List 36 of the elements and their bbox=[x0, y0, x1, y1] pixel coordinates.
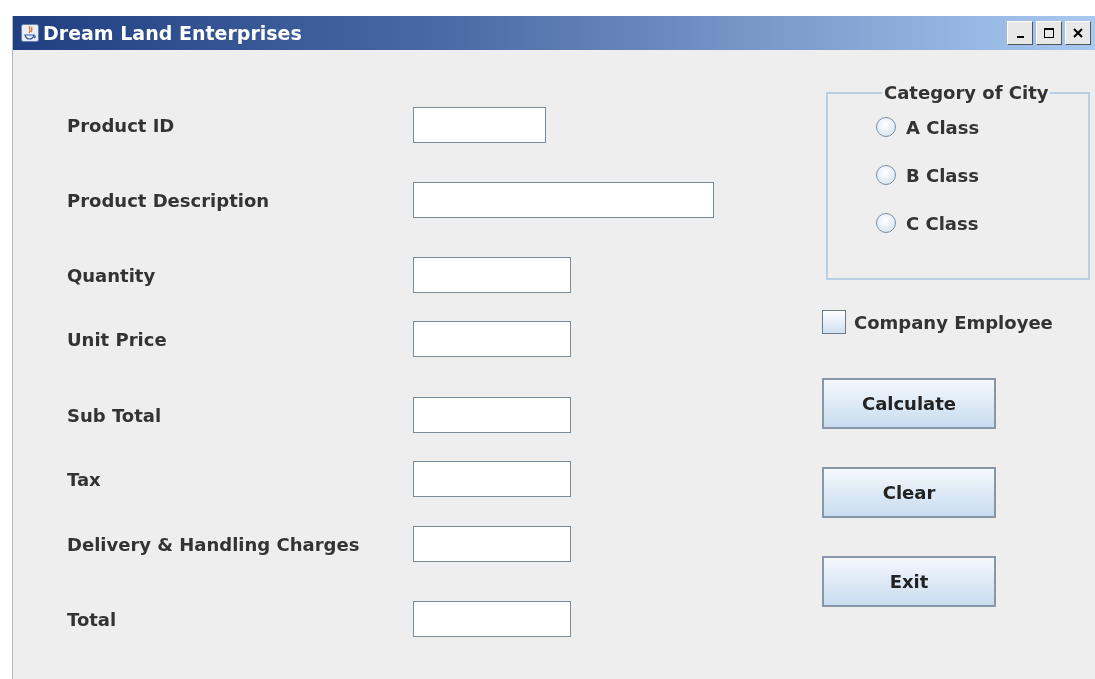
maximize-icon bbox=[1042, 26, 1056, 40]
maximize-button[interactable] bbox=[1036, 21, 1062, 45]
group-title: Category of City bbox=[883, 82, 1050, 103]
action-button[interactable]: Calculate bbox=[822, 378, 996, 429]
radio-option[interactable]: A Class bbox=[876, 103, 980, 151]
input-field[interactable] bbox=[413, 107, 546, 143]
employee-checkbox[interactable]: Company Employee bbox=[822, 310, 1053, 334]
close-icon bbox=[1071, 26, 1085, 40]
input-field[interactable] bbox=[413, 397, 571, 433]
radio-option[interactable]: B Class bbox=[876, 151, 979, 199]
close-button[interactable] bbox=[1065, 21, 1091, 45]
action-button[interactable]: Clear bbox=[822, 467, 996, 518]
field-label: Unit Price bbox=[67, 328, 168, 350]
radio-option[interactable]: C Class bbox=[876, 199, 979, 247]
window-title: Dream Land Enterprises bbox=[43, 22, 303, 44]
input-field[interactable] bbox=[413, 321, 571, 357]
minimize-button[interactable] bbox=[1007, 21, 1033, 45]
cup-icon bbox=[21, 24, 39, 42]
field-label: Delivery & Handling Charges bbox=[67, 533, 361, 555]
field-label: Total bbox=[67, 608, 118, 630]
field-label: Quantity bbox=[67, 264, 157, 286]
input-field[interactable] bbox=[413, 461, 571, 497]
minimize-icon bbox=[1016, 36, 1024, 38]
field-label: Product Description bbox=[67, 189, 271, 211]
input-field[interactable] bbox=[413, 257, 571, 293]
input-field[interactable] bbox=[413, 526, 571, 562]
radio-button[interactable] bbox=[876, 165, 896, 185]
input-field[interactable] bbox=[413, 601, 571, 637]
input-field[interactable] bbox=[413, 182, 714, 218]
radio-button[interactable] bbox=[876, 117, 896, 137]
field-label: Product ID bbox=[67, 114, 176, 136]
field-label: Tax bbox=[67, 468, 102, 490]
checkbox[interactable] bbox=[822, 310, 846, 334]
action-button[interactable]: Exit bbox=[822, 556, 996, 607]
radio-button[interactable] bbox=[876, 213, 896, 233]
field-label: Sub Total bbox=[67, 404, 163, 426]
